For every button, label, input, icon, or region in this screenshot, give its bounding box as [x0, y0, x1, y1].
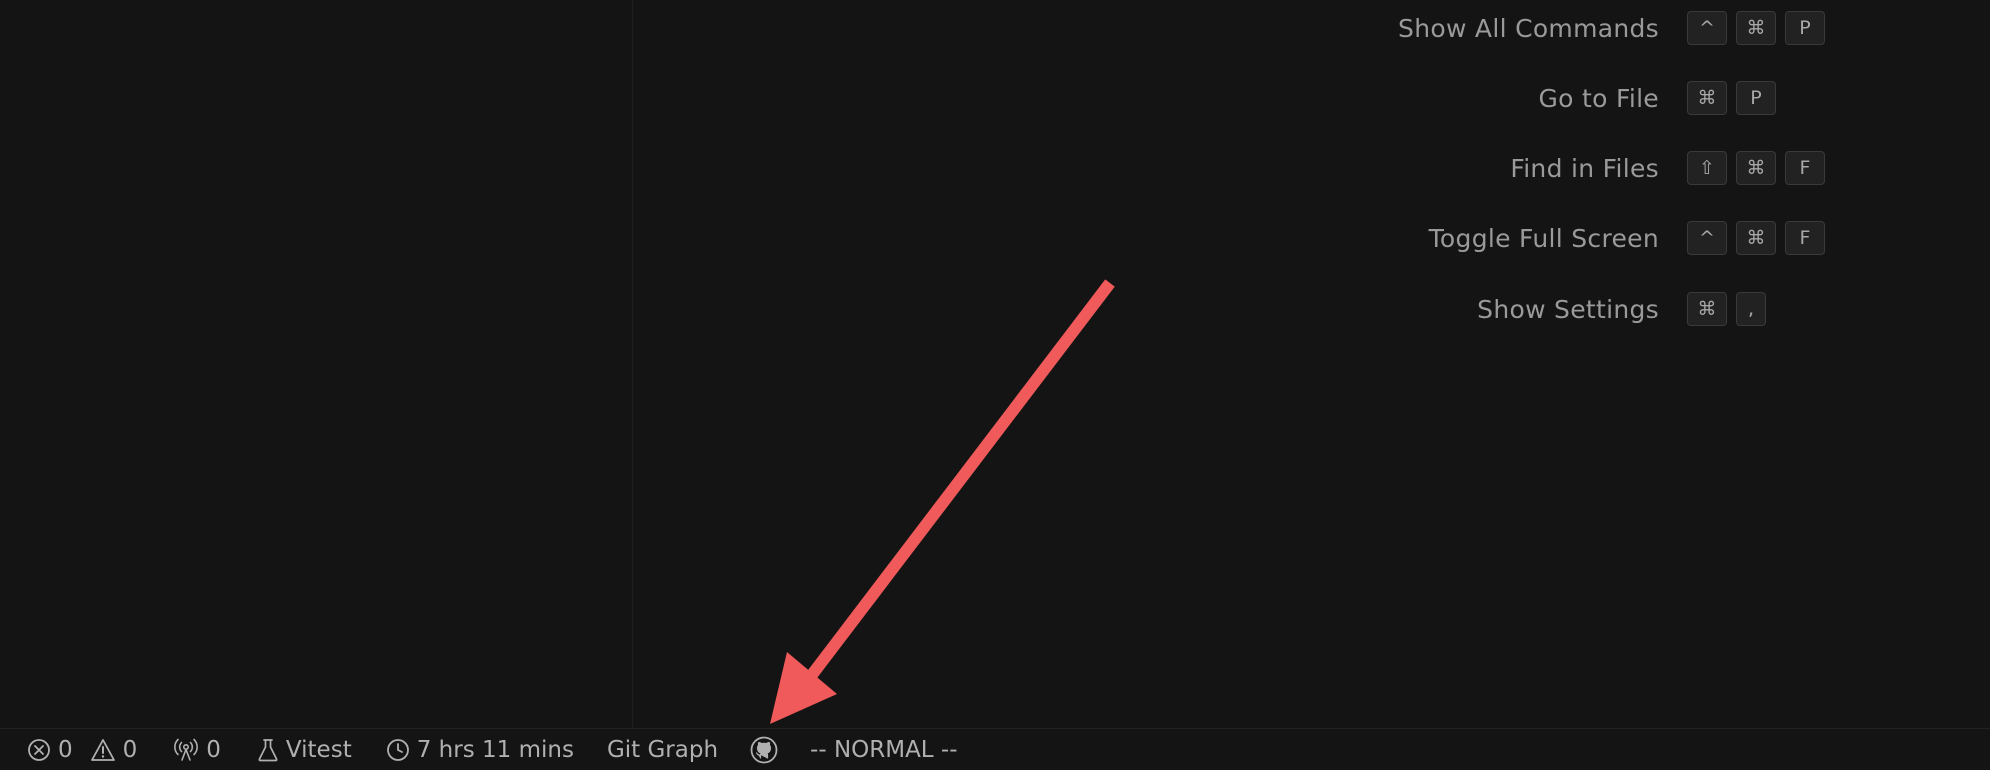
key-command: ⌘ [1687, 292, 1727, 326]
shortcut-keys: ^ ⌘ P [1687, 11, 1825, 45]
vim-mode-indicator: -- NORMAL -- [810, 729, 958, 770]
github-button[interactable] [750, 729, 778, 770]
key-command: ⌘ [1736, 151, 1776, 185]
shortcut-label: Go to File [1538, 83, 1659, 113]
error-count: 0 [58, 737, 73, 763]
time-tracker[interactable]: 7 hrs 11 mins [386, 729, 574, 770]
shortcut-keys: ⇧ ⌘ F [1687, 151, 1825, 185]
key-f: F [1785, 151, 1825, 185]
shortcut-show-all-commands[interactable]: Show All Commands ^ ⌘ P [633, 8, 1990, 48]
time-tracked-text: 7 hrs 11 mins [416, 737, 574, 763]
problems-indicator[interactable]: 0 0 [27, 729, 137, 770]
github-icon [750, 736, 778, 764]
shortcut-toggle-full-screen[interactable]: Toggle Full Screen ^ ⌘ F [633, 218, 1990, 258]
key-control: ^ [1687, 221, 1727, 255]
shortcut-go-to-file[interactable]: Go to File ⌘ P [633, 78, 1990, 118]
warning-count: 0 [122, 737, 138, 763]
key-p: P [1736, 81, 1776, 115]
vitest-button[interactable]: Vitest [257, 729, 352, 770]
clock-icon [386, 738, 410, 762]
shortcut-show-settings[interactable]: Show Settings ⌘ , [633, 289, 1990, 329]
shortcut-keys: ⌘ , [1687, 292, 1766, 326]
vitest-label: Vitest [285, 737, 352, 763]
git-graph-button[interactable]: Git Graph [607, 729, 718, 770]
git-graph-label: Git Graph [606, 737, 719, 763]
editor-window: Show All Commands ^ ⌘ P Go to File ⌘ P F… [0, 0, 1990, 770]
key-shift: ⇧ [1687, 151, 1727, 185]
broadcast-icon [173, 738, 199, 762]
shortcut-find-in-files[interactable]: Find in Files ⇧ ⌘ F [633, 148, 1990, 188]
shortcut-keys: ^ ⌘ F [1687, 221, 1825, 255]
shortcut-label: Show Settings [1477, 294, 1659, 324]
shortcut-keys: ⌘ P [1687, 81, 1776, 115]
key-p: P [1785, 11, 1825, 45]
key-comma: , [1736, 292, 1766, 326]
ports-count: 0 [206, 737, 221, 763]
shortcut-label: Show All Commands [1398, 13, 1659, 43]
status-bar: 0 0 0 Vitest 7 hrs 11 mins Git Graph -- … [0, 728, 1990, 770]
flask-icon [257, 738, 279, 762]
ports-indicator[interactable]: 0 [173, 729, 221, 770]
warning-icon [90, 738, 116, 762]
key-command: ⌘ [1736, 221, 1776, 255]
key-f: F [1785, 221, 1825, 255]
key-control: ^ [1687, 11, 1727, 45]
shortcut-label: Toggle Full Screen [1428, 223, 1659, 253]
key-command: ⌘ [1736, 11, 1776, 45]
side-panel [0, 0, 633, 728]
vim-mode-text: -- NORMAL -- [810, 737, 958, 763]
key-command: ⌘ [1687, 81, 1727, 115]
shortcut-label: Find in Files [1510, 153, 1659, 183]
error-icon [27, 738, 51, 762]
editor-area: Show All Commands ^ ⌘ P Go to File ⌘ P F… [633, 0, 1990, 728]
